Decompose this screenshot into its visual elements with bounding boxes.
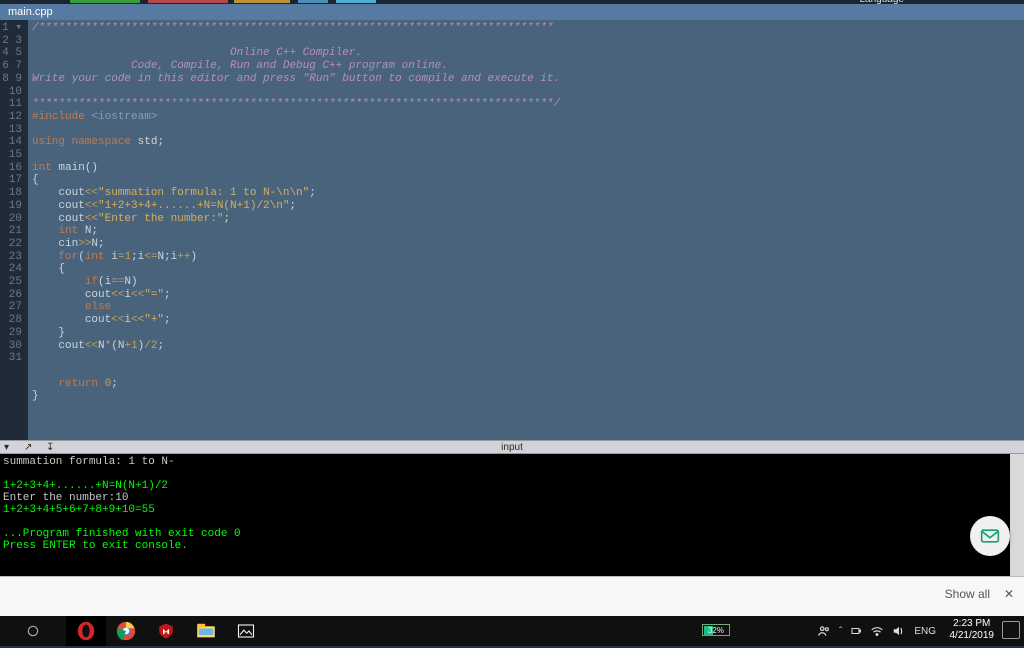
system-tray[interactable]: ˆ ENG xyxy=(817,616,936,646)
power-icon[interactable] xyxy=(850,625,862,637)
chevron-up-icon[interactable]: ˆ xyxy=(839,626,842,637)
chrome-icon[interactable] xyxy=(106,616,146,646)
top-toolbar: Language xyxy=(0,0,1024,4)
console-output[interactable]: summation formula: 1 to N- 1+2+3+4+.....… xyxy=(0,454,1024,576)
close-icon[interactable]: ✕ xyxy=(1004,587,1014,601)
people-icon[interactable] xyxy=(817,624,831,638)
notifications-icon[interactable] xyxy=(1002,621,1020,639)
exit-icon[interactable]: ↧ xyxy=(46,442,54,453)
console-scrollbar[interactable] xyxy=(1010,454,1024,576)
expand-icon[interactable]: ↗ xyxy=(24,442,32,453)
date-text: 4/21/2019 xyxy=(950,630,995,642)
cortana-icon[interactable] xyxy=(0,616,66,646)
line-number-gutter: 1 ▾ 2 3 4 5 6 7 8 9 10 11 12 13 14 15 16… xyxy=(0,20,28,440)
photos-icon[interactable] xyxy=(226,616,266,646)
language-indicator[interactable]: ENG xyxy=(914,626,936,637)
chevron-down-icon[interactable]: ▾ xyxy=(4,442,9,453)
file-explorer-icon[interactable] xyxy=(186,616,226,646)
code-area[interactable]: /***************************************… xyxy=(28,20,1024,440)
code-editor[interactable]: 1 ▾ 2 3 4 5 6 7 8 9 10 11 12 13 14 15 16… xyxy=(0,20,1024,440)
input-label: input xyxy=(501,442,523,453)
wifi-icon[interactable] xyxy=(870,625,884,637)
language-selector-label: Language xyxy=(860,0,905,5)
feedback-button[interactable] xyxy=(970,516,1010,556)
time-text: 2:23 PM xyxy=(950,618,995,630)
taskbar[interactable]: 32% ˆ ENG 2:23 PM 4/21/2019 xyxy=(0,616,1024,646)
battery-indicator[interactable]: 32% xyxy=(702,624,730,636)
volume-icon[interactable] xyxy=(892,625,906,637)
show-all-button[interactable]: Show all xyxy=(945,587,990,601)
clock[interactable]: 2:23 PM 4/21/2019 xyxy=(950,618,995,642)
download-bar: Show all ✕ xyxy=(0,576,1024,616)
console-toolbar[interactable]: ▾ ↗ ↧ input xyxy=(0,440,1024,454)
file-tab[interactable]: main.cpp xyxy=(0,4,1024,20)
opera-icon[interactable] xyxy=(66,616,106,646)
mcafee-icon[interactable] xyxy=(146,616,186,646)
